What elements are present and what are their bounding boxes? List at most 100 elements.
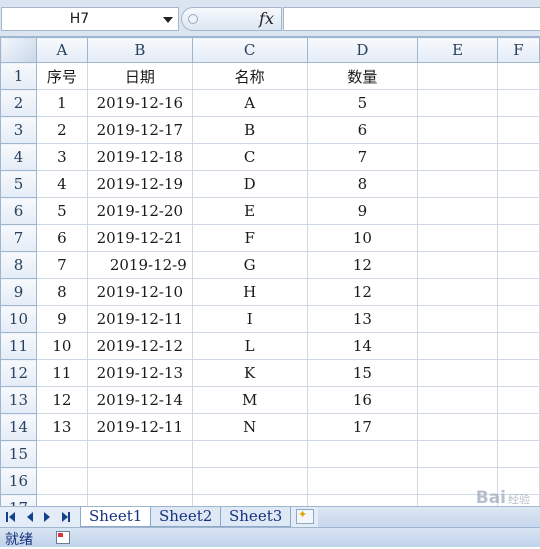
cell-a9[interactable]: 8 bbox=[35, 278, 88, 306]
next-sheet-icon[interactable] bbox=[44, 512, 50, 522]
cell-e9[interactable] bbox=[417, 278, 499, 306]
name-box[interactable]: H7 bbox=[1, 7, 179, 31]
cell-d13[interactable]: 16 bbox=[306, 386, 419, 414]
cell-d11[interactable]: 14 bbox=[306, 332, 419, 360]
cell-d10[interactable]: 13 bbox=[306, 305, 419, 333]
cell-e5[interactable] bbox=[417, 170, 499, 198]
cell-b4[interactable]: 2019-12-18 bbox=[86, 143, 193, 171]
cell-e1[interactable] bbox=[417, 62, 499, 90]
row-header[interactable]: 17 bbox=[0, 494, 37, 506]
cell-f5[interactable] bbox=[497, 170, 540, 198]
cell-a5[interactable]: 4 bbox=[35, 170, 88, 198]
row-header[interactable]: 15 bbox=[0, 440, 37, 468]
cell-f4[interactable] bbox=[497, 143, 540, 171]
cell-b16[interactable] bbox=[86, 467, 193, 495]
cell-a14[interactable]: 13 bbox=[35, 413, 88, 441]
select-all-button[interactable] bbox=[0, 37, 37, 63]
formula-input[interactable] bbox=[283, 7, 540, 31]
row-header[interactable]: 2 bbox=[0, 89, 37, 117]
cell-d5[interactable]: 8 bbox=[306, 170, 419, 198]
cell-e7[interactable] bbox=[417, 224, 499, 252]
column-header-a[interactable]: A bbox=[35, 37, 88, 63]
cell-a11[interactable]: 10 bbox=[35, 332, 88, 360]
cell-d3[interactable]: 6 bbox=[306, 116, 419, 144]
cell-a10[interactable]: 9 bbox=[35, 305, 88, 333]
cell-d1[interactable]: 数量 bbox=[306, 62, 419, 90]
cell-d16[interactable] bbox=[306, 467, 419, 495]
cell-a15[interactable] bbox=[35, 440, 88, 468]
row-header[interactable]: 16 bbox=[0, 467, 37, 495]
prev-sheet-icon[interactable] bbox=[27, 512, 33, 522]
cell-b14[interactable]: 2019-12-11 bbox=[86, 413, 193, 441]
cell-c17[interactable] bbox=[191, 494, 308, 506]
cell-e12[interactable] bbox=[417, 359, 499, 387]
cell-c15[interactable] bbox=[191, 440, 308, 468]
column-header-e[interactable]: E bbox=[417, 37, 499, 63]
column-header-f[interactable]: F bbox=[497, 37, 540, 63]
chevron-down-icon[interactable] bbox=[163, 17, 173, 23]
cell-b6[interactable]: 2019-12-20 bbox=[86, 197, 193, 225]
cell-e4[interactable] bbox=[417, 143, 499, 171]
cell-c16[interactable] bbox=[191, 467, 308, 495]
cell-c1[interactable]: 名称 bbox=[191, 62, 308, 90]
row-header[interactable]: 12 bbox=[0, 359, 37, 387]
cell-d6[interactable]: 9 bbox=[306, 197, 419, 225]
cell-f10[interactable] bbox=[497, 305, 540, 333]
cell-c10[interactable]: I bbox=[191, 305, 308, 333]
row-header[interactable]: 8 bbox=[0, 251, 37, 279]
insert-sheet-button[interactable]: ✦ bbox=[296, 508, 314, 524]
cell-a3[interactable]: 2 bbox=[35, 116, 88, 144]
cell-c6[interactable]: E bbox=[191, 197, 308, 225]
column-header-d[interactable]: D bbox=[306, 37, 419, 63]
cell-a7[interactable]: 6 bbox=[35, 224, 88, 252]
cell-e11[interactable] bbox=[417, 332, 499, 360]
sheet-tab-2[interactable]: Sheet2 bbox=[150, 507, 222, 527]
cell-b7[interactable]: 2019-12-21 bbox=[86, 224, 193, 252]
cell-a4[interactable]: 3 bbox=[35, 143, 88, 171]
cell-f12[interactable] bbox=[497, 359, 540, 387]
sheet-tab-3[interactable]: Sheet3 bbox=[220, 507, 292, 527]
cell-f6[interactable] bbox=[497, 197, 540, 225]
cell-a6[interactable]: 5 bbox=[35, 197, 88, 225]
cell-e2[interactable] bbox=[417, 89, 499, 117]
cell-b11[interactable]: 2019-12-12 bbox=[86, 332, 193, 360]
cell-b5[interactable]: 2019-12-19 bbox=[86, 170, 193, 198]
row-header[interactable]: 5 bbox=[0, 170, 37, 198]
cell-b8[interactable]: 2019-12-9 bbox=[86, 251, 193, 279]
cell-b9[interactable]: 2019-12-10 bbox=[86, 278, 193, 306]
cell-b12[interactable]: 2019-12-13 bbox=[86, 359, 193, 387]
cell-f14[interactable] bbox=[497, 413, 540, 441]
cell-f8[interactable] bbox=[497, 251, 540, 279]
cell-c12[interactable]: K bbox=[191, 359, 308, 387]
row-header[interactable]: 13 bbox=[0, 386, 37, 414]
cell-d8[interactable]: 12 bbox=[306, 251, 419, 279]
cell-d7[interactable]: 10 bbox=[306, 224, 419, 252]
cell-c7[interactable]: F bbox=[191, 224, 308, 252]
cell-a2[interactable]: 1 bbox=[35, 89, 88, 117]
cell-e14[interactable] bbox=[417, 413, 499, 441]
cell-b15[interactable] bbox=[86, 440, 193, 468]
first-sheet-icon[interactable] bbox=[9, 512, 15, 522]
cell-e6[interactable] bbox=[417, 197, 499, 225]
sheet-tab-1[interactable]: Sheet1 bbox=[80, 507, 152, 527]
cell-b17[interactable] bbox=[86, 494, 193, 506]
cell-f3[interactable] bbox=[497, 116, 540, 144]
cell-f1[interactable] bbox=[497, 62, 540, 90]
row-header[interactable]: 7 bbox=[0, 224, 37, 252]
cell-e13[interactable] bbox=[417, 386, 499, 414]
row-header[interactable]: 10 bbox=[0, 305, 37, 333]
record-macro-icon[interactable] bbox=[56, 531, 70, 544]
cell-c11[interactable]: L bbox=[191, 332, 308, 360]
cell-c2[interactable]: A bbox=[191, 89, 308, 117]
column-header-c[interactable]: C bbox=[191, 37, 308, 63]
cell-c4[interactable]: C bbox=[191, 143, 308, 171]
cell-e3[interactable] bbox=[417, 116, 499, 144]
row-header[interactable]: 3 bbox=[0, 116, 37, 144]
row-header[interactable]: 9 bbox=[0, 278, 37, 306]
cell-b2[interactable]: 2019-12-16 bbox=[86, 89, 193, 117]
cell-f15[interactable] bbox=[497, 440, 540, 468]
insert-function-button[interactable]: fx bbox=[259, 9, 274, 28]
cell-d9[interactable]: 12 bbox=[306, 278, 419, 306]
cell-b1[interactable]: 日期 bbox=[86, 62, 193, 90]
row-header[interactable]: 1 bbox=[0, 62, 37, 90]
